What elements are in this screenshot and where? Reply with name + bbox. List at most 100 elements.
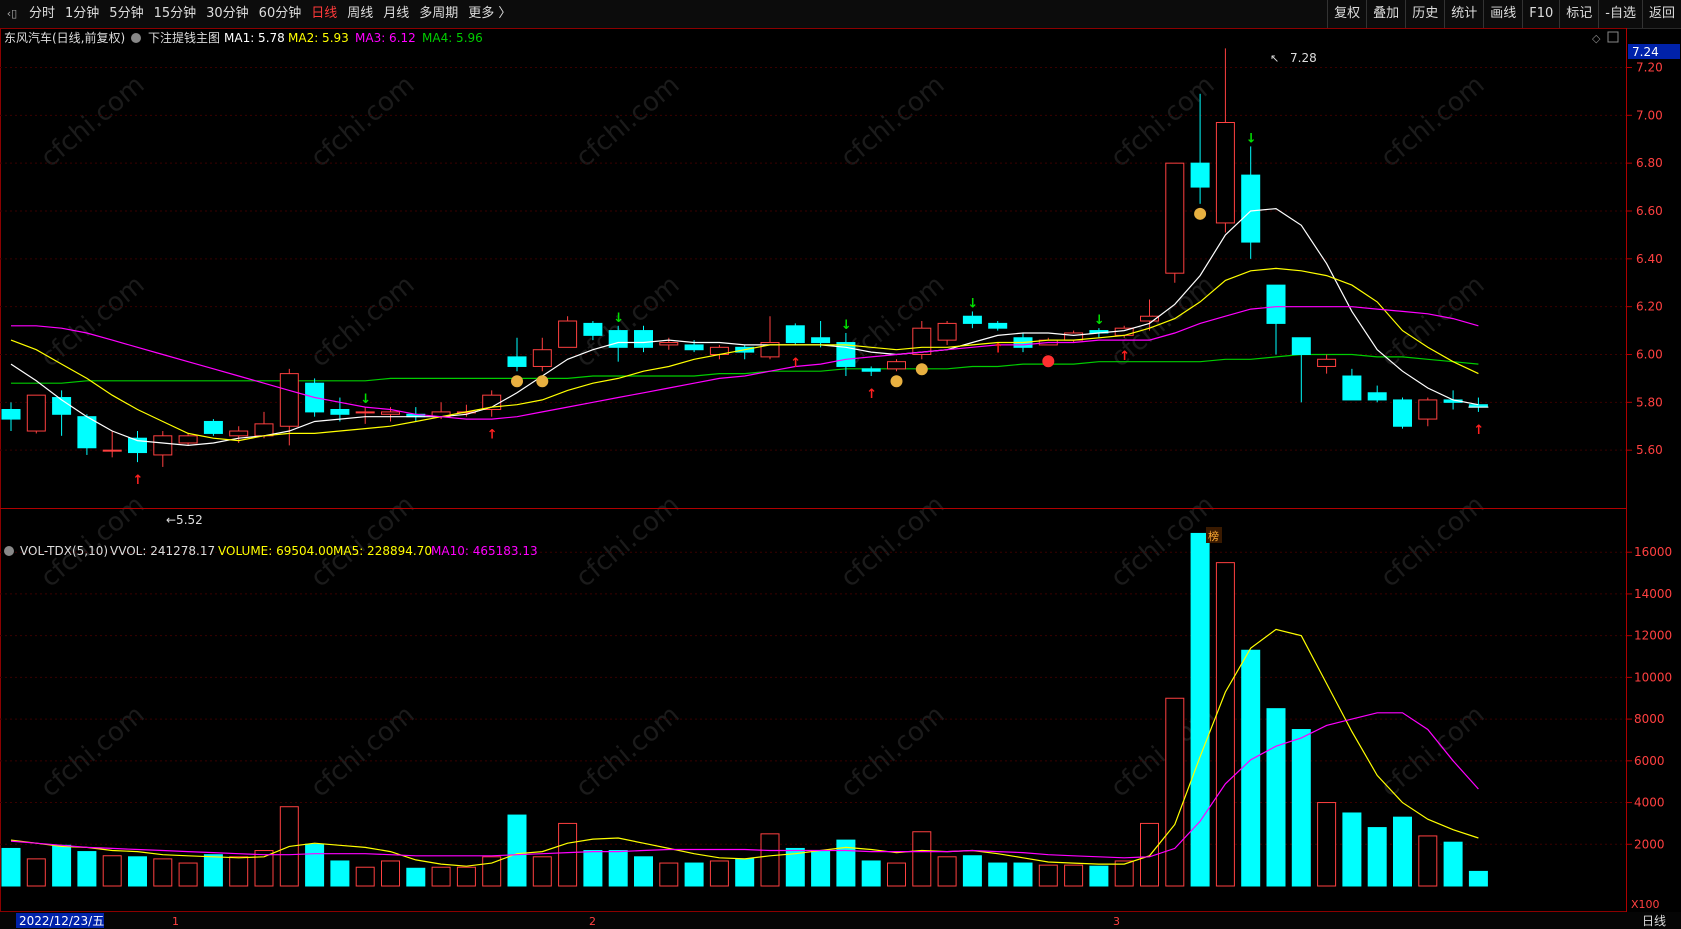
top-toolbar: ‹▯ 分时 1分钟 5分钟 15分钟 30分钟 60分钟 日线 周线 月线 多周期 更多 〉 复权叠… xyxy=(0,0,1681,29)
stock-chart[interactable]: cfchi.com cfchi.com cfchi.com cfchi.com cfch… xyxy=(0,28,1681,929)
volume-bar-39 xyxy=(988,862,1008,887)
period-tab-8[interactable]: 月线 xyxy=(378,0,414,28)
toolbar-button-2[interactable]: 历史 xyxy=(1405,0,1444,28)
toolbar-button-0[interactable]: 复权 xyxy=(1327,0,1366,28)
candle-body-3 xyxy=(77,416,97,449)
vol-ma5-legend: MA5: 228894.70 xyxy=(333,544,432,558)
high-pointer-icon: ↖ xyxy=(1270,52,1279,65)
watermark-0: cfchi.com xyxy=(35,70,150,173)
indicator-name: 下注提钱主图 xyxy=(148,30,220,45)
ma1-legend: MA1: 5.78 xyxy=(224,31,285,45)
watermark-7: cfchi.com xyxy=(305,270,420,373)
volume-bar-47 xyxy=(1190,532,1210,887)
volume-bar-44 xyxy=(1114,860,1134,887)
current-price: 7.24 xyxy=(1632,45,1659,59)
volume-bar-30 xyxy=(760,833,780,887)
sell-arrow-icon-49: ↓ xyxy=(1246,131,1257,146)
volume-bar-5 xyxy=(128,856,147,887)
period-tab-2[interactable]: 5分钟 xyxy=(104,0,148,28)
toolbar-button-1[interactable]: 叠加 xyxy=(1366,0,1405,28)
period-tab-1[interactable]: 1分钟 xyxy=(60,0,104,28)
money-bag-icon-36 xyxy=(915,363,928,376)
period-tab-6[interactable]: 日线 xyxy=(306,0,342,28)
month-marker-2: 2 xyxy=(589,915,596,928)
vol-settings-icon[interactable] xyxy=(4,546,14,556)
money-bag-icon-35 xyxy=(890,375,903,388)
candle-body-31 xyxy=(785,325,805,344)
sell-arrow-icon-24: ↓ xyxy=(613,311,624,326)
period-tab-10[interactable]: 更多 〉 xyxy=(463,0,516,28)
volume-bar-14 xyxy=(355,866,375,887)
buy-arrow-icon-34: ↑ xyxy=(866,387,877,402)
candle-body-14 xyxy=(355,411,375,414)
volume-bar-10 xyxy=(254,850,274,887)
volume-bar-9 xyxy=(229,856,249,887)
volume-bar-35 xyxy=(887,862,906,887)
volume-bar-54 xyxy=(1367,827,1387,887)
buy-arrow-icon-58: ↑ xyxy=(1473,423,1484,438)
period-tab-3[interactable]: 15分钟 xyxy=(149,0,202,28)
toolbar-button-7[interactable]: -自选 xyxy=(1598,0,1642,28)
volume-bar-6 xyxy=(153,858,173,887)
candle-body-55 xyxy=(1393,399,1412,427)
vol-label-5: 6000 xyxy=(1634,754,1665,768)
vol-label-3: 10000 xyxy=(1634,670,1672,684)
vvol-legend: VVOL: 241278.17 xyxy=(110,544,215,558)
volume-bar-20 xyxy=(507,814,527,887)
vol-ma10-legend: MA10: 465183.13 xyxy=(431,544,538,558)
sell-arrow-icon-14: ↓ xyxy=(360,392,371,407)
period-tab-9[interactable]: 多周期 xyxy=(414,0,463,28)
candle-body-54 xyxy=(1367,392,1387,401)
volume-bar-13 xyxy=(330,860,350,887)
volume-bar-29 xyxy=(735,858,755,887)
period-tab-7[interactable]: 周线 xyxy=(342,0,378,28)
watermark-15: cfchi.com xyxy=(835,490,950,593)
vol-label-7: 2000 xyxy=(1634,837,1665,851)
price-label-3: 6.60 xyxy=(1636,204,1663,218)
diamond-icon[interactable]: ◇ xyxy=(1592,32,1601,45)
vol-unit: X100 xyxy=(1631,898,1660,911)
high-label: 7.28 xyxy=(1290,51,1317,65)
candle-body-38 xyxy=(962,315,982,324)
candle-body-13 xyxy=(330,409,350,415)
volume-bar-41 xyxy=(1038,864,1058,887)
watermark-3: cfchi.com xyxy=(835,70,950,173)
watermark-13: cfchi.com xyxy=(305,490,420,593)
watermark-6: cfchi.com xyxy=(35,270,150,373)
watermark-11: cfchi.com xyxy=(1375,270,1490,373)
volume-bar-24 xyxy=(608,850,628,887)
toolbar-right-buttons: 复权 叠加 历史 统计 画线 F10 标记 -自选 返回 xyxy=(1327,0,1681,28)
ma2-legend: MA2: 5.93 xyxy=(288,31,349,45)
toolbar-button-5[interactable]: F10 xyxy=(1522,0,1559,28)
watermark-18: cfchi.com xyxy=(35,700,150,803)
back-chevron-icon[interactable]: ‹▯ xyxy=(4,6,20,22)
candle-body-34 xyxy=(861,368,881,372)
volume-bar-36 xyxy=(912,831,932,887)
settings-circle-icon[interactable] xyxy=(131,33,141,43)
volume-bar-7 xyxy=(178,862,198,887)
maximize-icon[interactable] xyxy=(1607,31,1619,43)
price-label-7: 5.80 xyxy=(1636,395,1663,409)
volume-bar-28 xyxy=(709,860,729,887)
volume-bar-57 xyxy=(1443,841,1463,887)
toolbar-button-4[interactable]: 画线 xyxy=(1483,0,1522,28)
candle-body-51 xyxy=(1291,337,1311,355)
period-tab-5[interactable]: 60分钟 xyxy=(254,0,307,28)
watermark-17: cfchi.com xyxy=(1375,490,1490,593)
watermark-21: cfchi.com xyxy=(835,700,950,803)
period-tab-4[interactable]: 30分钟 xyxy=(201,0,254,28)
watermark-23: cfchi.com xyxy=(1375,700,1490,803)
buy-arrow-icon-31: ↑ xyxy=(790,356,801,371)
volume-bar-40 xyxy=(1013,862,1033,887)
price-label-0: 7.20 xyxy=(1636,60,1663,74)
volume-bar-15 xyxy=(381,860,400,887)
toolbar-button-8[interactable]: 返回 xyxy=(1641,0,1681,28)
watermark-20: cfchi.com xyxy=(570,700,685,803)
volume-bar-2 xyxy=(52,844,72,887)
volume-bar-27 xyxy=(684,862,704,887)
candle-body-49 xyxy=(1241,174,1261,243)
toolbar-button-6[interactable]: 标记 xyxy=(1559,0,1598,28)
toolbar-button-3[interactable]: 统计 xyxy=(1444,0,1483,28)
period-tab-0[interactable]: 分时 xyxy=(24,0,60,28)
money-bag-icon-20 xyxy=(511,375,523,388)
